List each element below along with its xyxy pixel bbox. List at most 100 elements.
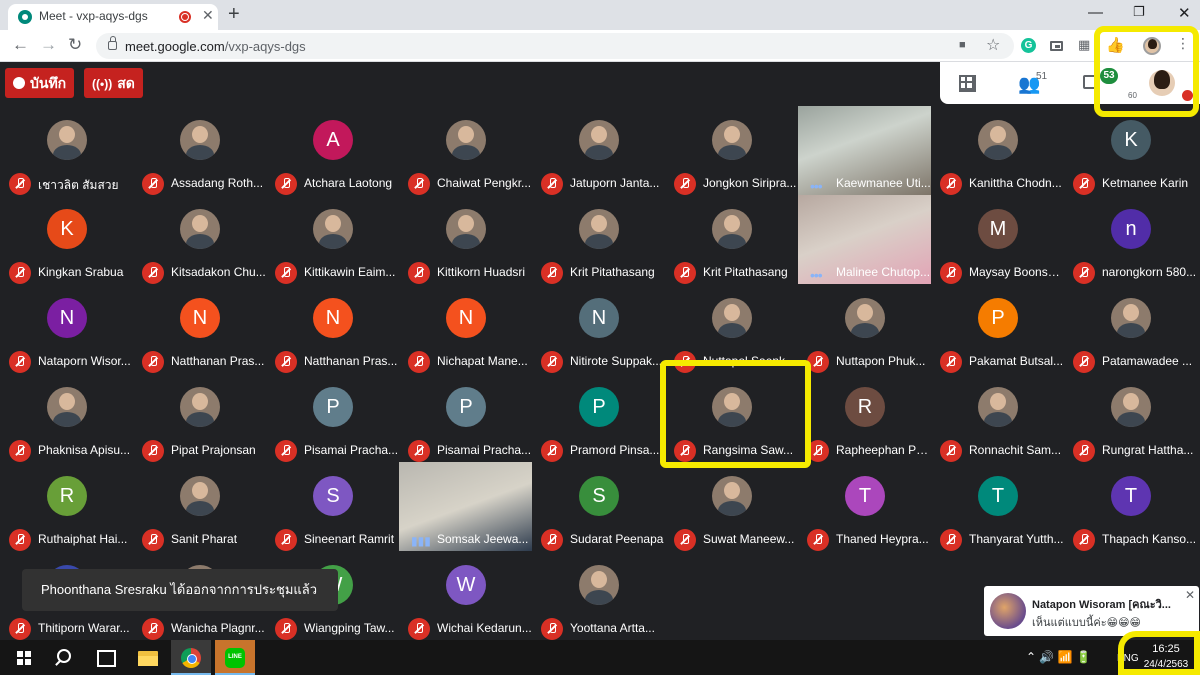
- search-icon[interactable]: [44, 640, 84, 675]
- participant-name: Sanit Pharat: [171, 532, 238, 546]
- browser-tab-meet[interactable]: Meet - vxp-aqys-dgs ✕: [8, 4, 218, 30]
- participant-name: Nuttapon Phuk...: [836, 354, 926, 368]
- participant-tile[interactable]: R Ruthaiphat Hai...: [0, 462, 133, 551]
- url-text[interactable]: meet.google.com/vxp-aqys-dgs: [125, 39, 306, 54]
- back-button[interactable]: ←: [12, 35, 29, 55]
- participant-avatar: [1111, 298, 1151, 338]
- participant-tile[interactable]: P Pisamai Pracha...: [266, 373, 399, 462]
- participant-tile[interactable]: N Natthanan Pras...: [133, 284, 266, 373]
- forward-button[interactable]: →: [40, 35, 57, 55]
- participant-tile[interactable]: N Nitirote Suppak...: [532, 284, 665, 373]
- window-restore-button[interactable]: ❐: [1133, 4, 1145, 20]
- participant-tile[interactable]: Kittikawin Eaim...: [266, 195, 399, 284]
- participant-tile[interactable]: T Thanyarat Yutth...: [931, 462, 1064, 551]
- notification-close-button[interactable]: ✕: [1185, 588, 1195, 602]
- participant-tile[interactable]: Kittikorn Huadsri: [399, 195, 532, 284]
- lock-icon[interactable]: [108, 36, 117, 50]
- participant-avatar: [180, 120, 220, 160]
- participant-avatar: N: [579, 298, 619, 338]
- participant-avatar: [579, 209, 619, 249]
- bookmark-star-icon[interactable]: ☆: [986, 35, 1000, 55]
- participant-tile[interactable]: Rungrat Hattha...: [1064, 373, 1197, 462]
- participant-tile[interactable]: W Wichai Kedarun...: [399, 551, 532, 640]
- participant-name: Pipat Prajonsan: [171, 443, 256, 457]
- participant-name: Rungrat Hattha...: [1102, 443, 1194, 457]
- participant-tile[interactable]: K Ketmanee Karin: [1064, 106, 1197, 195]
- participant-tile[interactable]: Suwat Maneew...: [665, 462, 798, 551]
- recording-button[interactable]: บันทึก: [5, 68, 75, 98]
- participant-avatar: [446, 209, 486, 249]
- grid-extension-icon[interactable]: ▦: [1078, 37, 1090, 53]
- participant-tile[interactable]: Sanit Pharat: [133, 462, 266, 551]
- participant-tile[interactable]: P Pisamai Pracha...: [399, 373, 532, 462]
- participant-tile[interactable]: M Maysay Boonse...: [931, 195, 1064, 284]
- participant-tile[interactable]: Krit Pitathasang: [532, 195, 665, 284]
- participant-avatar: T: [978, 476, 1018, 516]
- participant-tile[interactable]: P Pakamat Butsal...: [931, 284, 1064, 373]
- layout-grid-icon[interactable]: [959, 75, 976, 92]
- participant-name: Chaiwat Pengkr...: [437, 176, 532, 190]
- participant-tile[interactable]: Kitsadakon Chu...: [133, 195, 266, 284]
- window-close-button[interactable]: ✕: [1178, 4, 1191, 22]
- address-bar[interactable]: meet.google.com/vxp-aqys-dgs ■ ☆: [96, 33, 1014, 59]
- windows-start-icon[interactable]: [4, 640, 44, 675]
- participant-avatar: K: [47, 209, 87, 249]
- participant-tile[interactable]: T Thapach Kanso...: [1064, 462, 1197, 551]
- participant-tile[interactable]: ▮▮▮ Somsak Jeewa...: [399, 462, 532, 551]
- participant-tile[interactable]: Jatuporn Janta...: [532, 106, 665, 195]
- mic-off-icon: [9, 262, 31, 284]
- participant-tile[interactable]: ••• Malinee Chutop...: [798, 195, 931, 284]
- participant-avatar: M: [978, 209, 1018, 249]
- participant-tile[interactable]: Kanittha Chodn...: [931, 106, 1064, 195]
- file-explorer-icon[interactable]: [128, 640, 168, 675]
- participant-tile[interactable]: ••• Kaewmanee Uti...: [798, 106, 931, 195]
- participant-tile[interactable]: S Sineenart Ramrit: [266, 462, 399, 551]
- tab-close-button[interactable]: ✕: [202, 7, 214, 24]
- participant-avatar: A: [313, 120, 353, 160]
- system-tray-icons[interactable]: ⌃ 🔊 📶 🔋: [1026, 650, 1091, 664]
- participant-tile[interactable]: Patamawadee ...: [1064, 284, 1197, 373]
- record-dot-icon: [13, 77, 25, 89]
- task-view-icon[interactable]: [85, 640, 125, 675]
- chrome-taskbar-icon[interactable]: [171, 640, 211, 675]
- participant-tile[interactable]: เชาวลิต สัมสวย: [0, 106, 133, 195]
- participant-tile[interactable]: Jongkon Siripra...: [665, 106, 798, 195]
- participant-tile[interactable]: N Nataporn Wisor...: [0, 284, 133, 373]
- grammarly-extension-icon[interactable]: G: [1021, 38, 1036, 53]
- participant-tile[interactable]: Phaknisa Apisu...: [0, 373, 133, 462]
- reload-button[interactable]: ↻: [68, 35, 82, 55]
- meet-stage: บันทึก ((•)) สด 👥 51 53 60 เชาวลิต สัมสวย…: [0, 62, 1200, 640]
- participant-tile[interactable]: Krit Pitathasang: [665, 195, 798, 284]
- participant-tile[interactable]: Nuttapon Phuk...: [798, 284, 931, 373]
- participant-avatar: [446, 120, 486, 160]
- highlight-annotation-toolbar: [1094, 26, 1199, 117]
- participant-tile[interactable]: n narongkorn 580...: [1064, 195, 1197, 284]
- participant-tile[interactable]: Pipat Prajonsan: [133, 373, 266, 462]
- participant-avatar: [579, 120, 619, 160]
- participant-tile[interactable]: A Atchara Laotong: [266, 106, 399, 195]
- participant-tile[interactable]: Ronnachit Sam...: [931, 373, 1064, 462]
- notification-message: เห็นแต่แบบนี้ค่ะ😁😁😁: [1032, 617, 1142, 629]
- mic-off-icon: [1073, 351, 1095, 373]
- participant-name: Pakamat Butsal...: [969, 354, 1064, 368]
- participant-avatar: [1111, 387, 1151, 427]
- participant-tile[interactable]: T Thaned Heypra...: [798, 462, 931, 551]
- picture-in-picture-extension-icon[interactable]: [1050, 41, 1063, 51]
- camera-icon[interactable]: ■: [959, 39, 966, 51]
- participant-tile[interactable]: N Natthanan Pras...: [266, 284, 399, 373]
- participant-tile[interactable]: S Sudarat Peenapa: [532, 462, 665, 551]
- new-tab-button[interactable]: +: [228, 3, 240, 25]
- participant-name: Natthanan Pras...: [304, 354, 398, 368]
- participant-tile[interactable]: Assadang Roth...: [133, 106, 266, 195]
- participant-tile[interactable]: P Pramord Pinsa...: [532, 373, 665, 462]
- more-options-icon: •••: [810, 267, 823, 283]
- window-minimize-button[interactable]: —: [1088, 4, 1103, 21]
- participant-tile[interactable]: Chaiwat Pengkr...: [399, 106, 532, 195]
- participant-tile[interactable]: Yoottana Artta...: [532, 551, 665, 640]
- participant-tile[interactable]: K Kingkan Srabua: [0, 195, 133, 284]
- participant-tile[interactable]: R Rapheephan Ph...: [798, 373, 931, 462]
- participant-tile[interactable]: N Nichapat Mane...: [399, 284, 532, 373]
- live-stream-button[interactable]: ((•)) สด: [84, 68, 143, 98]
- chat-notification-popup[interactable]: Natapon Wisoram [คณะวิ... เห็นแต่แบบนี้ค…: [984, 586, 1199, 636]
- participant-avatar: P: [978, 298, 1018, 338]
